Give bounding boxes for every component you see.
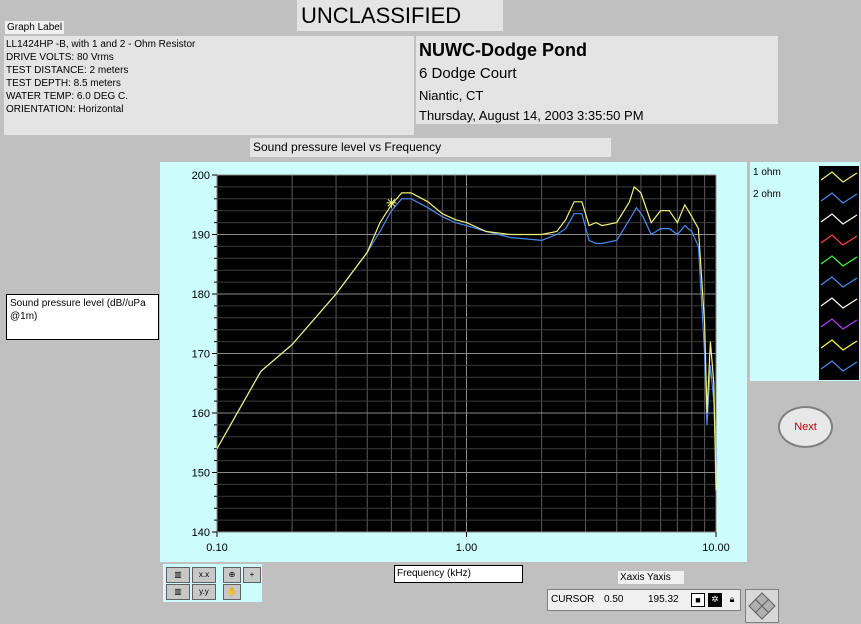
sound-pressure-chart[interactable]: 140 150 160 170 180 190 200 0.10 1.00 10.00 [160,162,747,562]
legend-swatch [820,192,858,204]
x-axis-label: Frequency (kHz) [394,565,523,583]
cursor-x-value: 0.50 [604,594,624,605]
y-tick-label: 190 [192,230,210,242]
cursor-axis-header: Xaxis Yaxis [618,571,684,584]
organization-box: NUWC-Dodge Pond 6 Dodge Court Niantic, C… [416,36,778,124]
graph-palette: ▥ x.x ▥ y.y ⊕ + ✋ [163,564,262,602]
cursor-label: CURSOR [551,594,595,605]
legend-swatch [820,360,858,372]
cursor-move-diamond-icon[interactable] [745,589,779,623]
graph-label-line: DRIVE VOLTS: 80 Vrms [6,52,114,63]
y-tick-label: 140 [192,527,210,539]
legend-panel: 1 ohm 2 ohm [750,162,860,381]
y-axis-label: Sound pressure level (dB//uPa @1m) [6,294,159,340]
cursor-point-icon[interactable]: ✲ [708,593,722,607]
cursor-lock-icon[interactable]: 🔒︎ [725,593,739,607]
legend-swatch [820,276,858,288]
cursor-y-value: 195.32 [648,594,679,605]
legend-swatch [820,171,858,183]
x-format-icon[interactable]: x.x [192,567,216,583]
legend-entry-2-ohm: 2 ohm [753,189,781,200]
pan-hand-icon[interactable]: ✋ [223,584,241,600]
graph-window: UNCLASSIFIED Graph Label LL1424HP -B, wi… [0,0,861,624]
chart-title: Sound pressure level vs Frequency [250,138,611,157]
y-tick-label: 150 [192,468,210,480]
crosshair-icon[interactable]: + [243,567,261,583]
x-tick-label: 1.00 [456,542,477,554]
graph-label-line: TEST DISTANCE: 2 meters [6,65,129,76]
organization-datetime: Thursday, August 14, 2003 3:35:50 PM [419,108,644,123]
y-tick-label: 200 [192,170,210,182]
legend-swatch [820,318,858,330]
classification-banner: UNCLASSIFIED [297,0,503,31]
graph-label-line: WATER TEMP: 6.0 DEG C. [6,91,129,102]
legend-swatches [819,166,859,380]
cursor-display: CURSOR 0.50 195.32 ■ ✲ 🔒︎ [547,589,741,611]
y-format-icon[interactable]: y.y [192,584,216,600]
legend-swatch [820,339,858,351]
y-tick-label: 180 [192,289,210,301]
graph-label-line: ORIENTATION: Horizontal [6,104,124,115]
cursor-style-icon[interactable]: ■ [691,593,705,607]
legend-swatch [820,213,858,225]
x-scale-icon[interactable]: ▥ [166,567,190,583]
organization-city: Niantic, CT [419,88,484,103]
legend-swatch [820,297,858,309]
organization-name: NUWC-Dodge Pond [419,40,587,60]
legend-swatch [820,255,858,267]
y-tick-label: 170 [192,349,210,361]
graph-label-line: TEST DEPTH: 8.5 meters [6,78,121,89]
zoom-icon[interactable]: ⊕ [223,567,241,583]
y-tick-label: 160 [192,408,210,420]
graph-label-line: LL1424HP -B, with 1 and 2 - Ohm Resistor [6,39,196,50]
x-tick-label: 0.10 [206,542,227,554]
x-tick-label: 10.00 [702,542,730,554]
legend-entry-1-ohm: 1 ohm [753,167,781,178]
legend-swatch [820,234,858,246]
organization-address: 6 Dodge Court [419,65,517,82]
next-button[interactable]: Next [778,406,833,448]
graph-label-title: Graph Label [5,21,65,34]
y-scale-icon[interactable]: ▥ [166,584,190,600]
graph-label-box: LL1424HP -B, with 1 and 2 - Ohm Resistor… [4,36,414,135]
